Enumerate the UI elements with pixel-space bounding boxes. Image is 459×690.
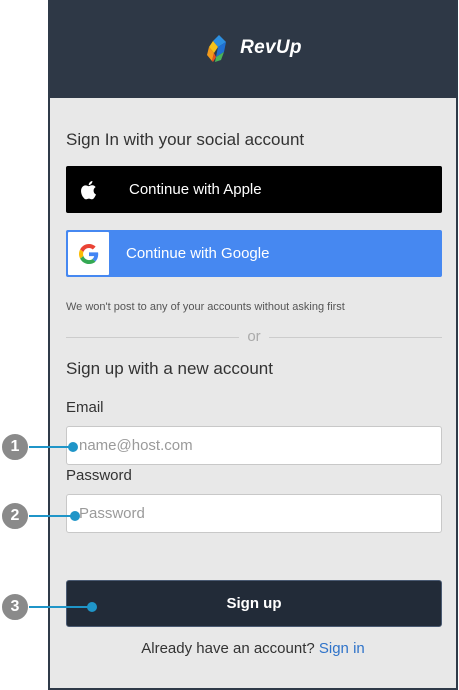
sign-up-button[interactable]: Sign up	[66, 580, 442, 627]
divider-or-text: or	[247, 327, 261, 345]
callout-line-3	[29, 606, 92, 608]
continue-with-google-button[interactable]: Continue with Google	[66, 230, 442, 277]
callout-dot-3	[87, 602, 97, 612]
signin-panel: RevUp Sign In with your social account C…	[48, 0, 458, 690]
callout-badge-1: 1	[1, 433, 29, 461]
continue-with-apple-button[interactable]: Continue with Apple	[66, 166, 442, 213]
divider-line-left	[66, 336, 240, 338]
google-button-label: Continue with Google	[126, 245, 270, 262]
email-label: Email	[66, 399, 104, 416]
apple-button-label: Continue with Apple	[129, 181, 262, 198]
callout-line-2	[29, 515, 76, 517]
callout-badge-2: 2	[1, 502, 29, 530]
password-label: Password	[66, 467, 132, 484]
google-icon	[68, 232, 109, 275]
privacy-disclaimer: We won't post to any of your accounts wi…	[66, 301, 345, 313]
brand-logo: RevUp	[204, 33, 302, 63]
apple-icon	[68, 166, 112, 213]
callout-badge-3: 3	[1, 593, 29, 621]
header: RevUp	[50, 0, 456, 98]
email-field[interactable]	[66, 426, 442, 465]
signup-title: Sign up with a new account	[66, 359, 273, 378]
divider-line-right	[268, 336, 442, 338]
social-signin-title: Sign In with your social account	[66, 130, 305, 149]
signin-prompt: Already have an account? Sign in	[50, 640, 456, 657]
or-divider: or	[66, 327, 442, 347]
sign-in-link[interactable]: Sign in	[319, 640, 365, 657]
password-field[interactable]	[66, 494, 442, 533]
have-account-text: Already have an account?	[141, 640, 315, 657]
callout-dot-1	[68, 442, 78, 452]
callout-dot-2	[70, 511, 80, 521]
revup-logo-icon	[207, 35, 227, 62]
brand-name: RevUp	[240, 37, 302, 58]
